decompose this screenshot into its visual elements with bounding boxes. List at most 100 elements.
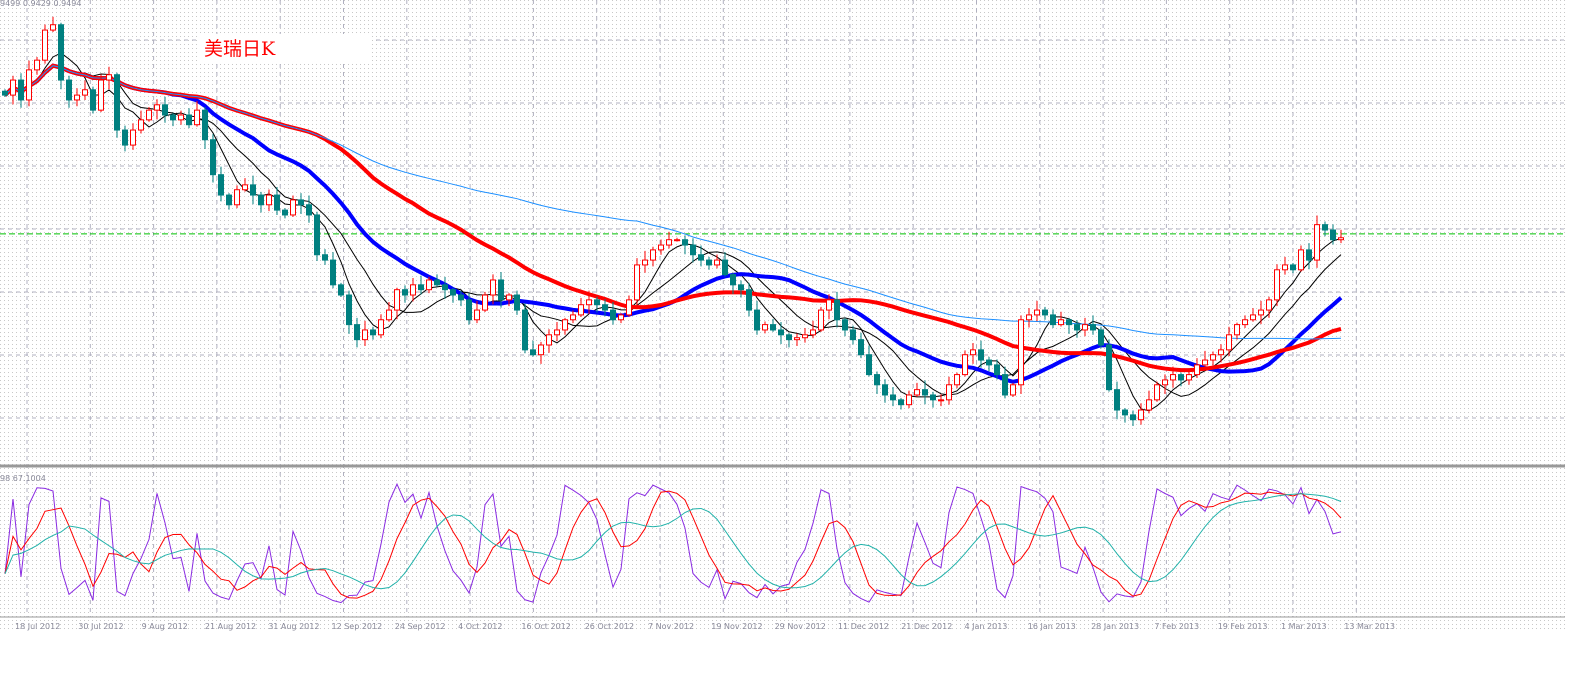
candle-up	[394, 289, 400, 311]
candle-down	[858, 339, 864, 356]
candle-up	[546, 334, 552, 346]
candle-up	[362, 329, 368, 341]
candle-down	[466, 299, 472, 321]
candle-up	[658, 244, 664, 251]
candle-up	[74, 94, 80, 101]
candle-up	[826, 299, 832, 311]
candle-up	[290, 199, 296, 216]
candle-down	[306, 204, 312, 216]
candle-down	[1178, 374, 1184, 381]
candle-up	[650, 249, 656, 261]
candle-up	[970, 349, 976, 356]
candle-up	[386, 309, 392, 321]
candle-up	[98, 79, 104, 111]
grid-background	[0, 0, 1565, 632]
x-tick-label: 7 Nov 2012	[648, 622, 694, 631]
candle-down	[986, 359, 992, 366]
candle-down	[418, 284, 424, 291]
candle-up	[810, 329, 816, 336]
candle-up	[1274, 269, 1280, 301]
candle-up	[1234, 324, 1240, 336]
candle-up	[474, 309, 480, 321]
x-tick-label: 26 Oct 2012	[585, 622, 634, 631]
candle-up	[1162, 379, 1168, 386]
x-tick-label: 7 Feb 2013	[1154, 622, 1199, 631]
candle-down	[882, 384, 888, 396]
candle-down	[66, 79, 72, 101]
candle-up	[130, 129, 136, 146]
candle-up	[1186, 374, 1192, 381]
x-tick-label: 24 Sep 2012	[395, 622, 446, 631]
candle-down	[530, 349, 536, 356]
x-tick-label: 1 Mar 2013	[1281, 622, 1327, 631]
chart-title: 美瑞日K	[204, 38, 276, 60]
candle-down	[874, 374, 880, 386]
candle-up	[1010, 384, 1016, 396]
x-tick-label: 13 Mar 2013	[1344, 622, 1395, 631]
x-tick-label: 30 Jul 2012	[78, 622, 123, 631]
candle-down	[1130, 414, 1136, 421]
price-chart: 美瑞日K 9499 0.9429 0.9494 98 67.1004 18 Ju…	[0, 0, 1565, 632]
candle-up	[762, 324, 768, 331]
candle-up	[554, 329, 560, 336]
candle-up	[1058, 319, 1064, 326]
candle-up	[154, 104, 160, 111]
candle-up	[1034, 309, 1040, 316]
candle-up	[914, 389, 920, 396]
candle-up	[1298, 249, 1304, 271]
x-tick-label: 19 Nov 2012	[711, 622, 762, 631]
candle-down	[778, 329, 784, 336]
candle-down	[922, 389, 928, 396]
x-tick-label: 12 Sep 2012	[332, 622, 383, 631]
candle-up	[1226, 334, 1232, 351]
x-tick-label: 31 Aug 2012	[268, 622, 319, 631]
candle-down	[602, 304, 608, 311]
candle-up	[946, 384, 952, 401]
candle-down	[890, 394, 896, 401]
candle-down	[1322, 224, 1328, 231]
candle-up	[234, 189, 240, 206]
candle-up	[146, 109, 152, 121]
candle-down	[170, 114, 176, 121]
candle-down	[930, 394, 936, 401]
candle-down	[1002, 374, 1008, 396]
candle-up	[1170, 374, 1176, 381]
x-tick-label: 4 Jan 2013	[965, 622, 1008, 631]
candle-down	[1114, 389, 1120, 411]
candle-up	[626, 299, 632, 316]
candle-up	[1082, 324, 1088, 331]
candle-down	[122, 129, 128, 146]
candle-up	[50, 24, 56, 31]
candle-down	[18, 79, 24, 101]
candle-up	[586, 299, 592, 306]
x-tick-label: 18 Jul 2012	[15, 622, 60, 631]
candle-down	[1290, 264, 1296, 271]
candle-up	[1266, 299, 1272, 311]
x-tick-label: 4 Oct 2012	[458, 622, 502, 631]
candle-down	[842, 319, 848, 331]
candle-down	[458, 294, 464, 301]
candle-down	[1106, 344, 1112, 391]
candle-up	[426, 279, 432, 291]
candle-up	[1018, 319, 1024, 386]
candle-down	[258, 194, 264, 206]
candle-down	[354, 324, 360, 341]
x-tick-label: 21 Dec 2012	[901, 622, 952, 631]
candle-up	[538, 344, 544, 356]
candle-down	[370, 329, 376, 336]
candle-down	[1066, 319, 1072, 326]
candle-down	[746, 289, 752, 311]
candle-up	[482, 294, 488, 311]
candle-down	[770, 324, 776, 331]
candle-down	[722, 259, 728, 276]
candle-down	[994, 364, 1000, 376]
candle-up	[106, 74, 112, 81]
candle-up	[490, 279, 496, 296]
candle-down	[594, 299, 600, 306]
candle-down	[1074, 324, 1080, 331]
x-tick-label: 28 Jan 2013	[1091, 622, 1139, 631]
candle-down	[514, 294, 520, 311]
candle-up	[570, 314, 576, 321]
candle-down	[346, 294, 352, 326]
candle-up	[1138, 409, 1144, 421]
